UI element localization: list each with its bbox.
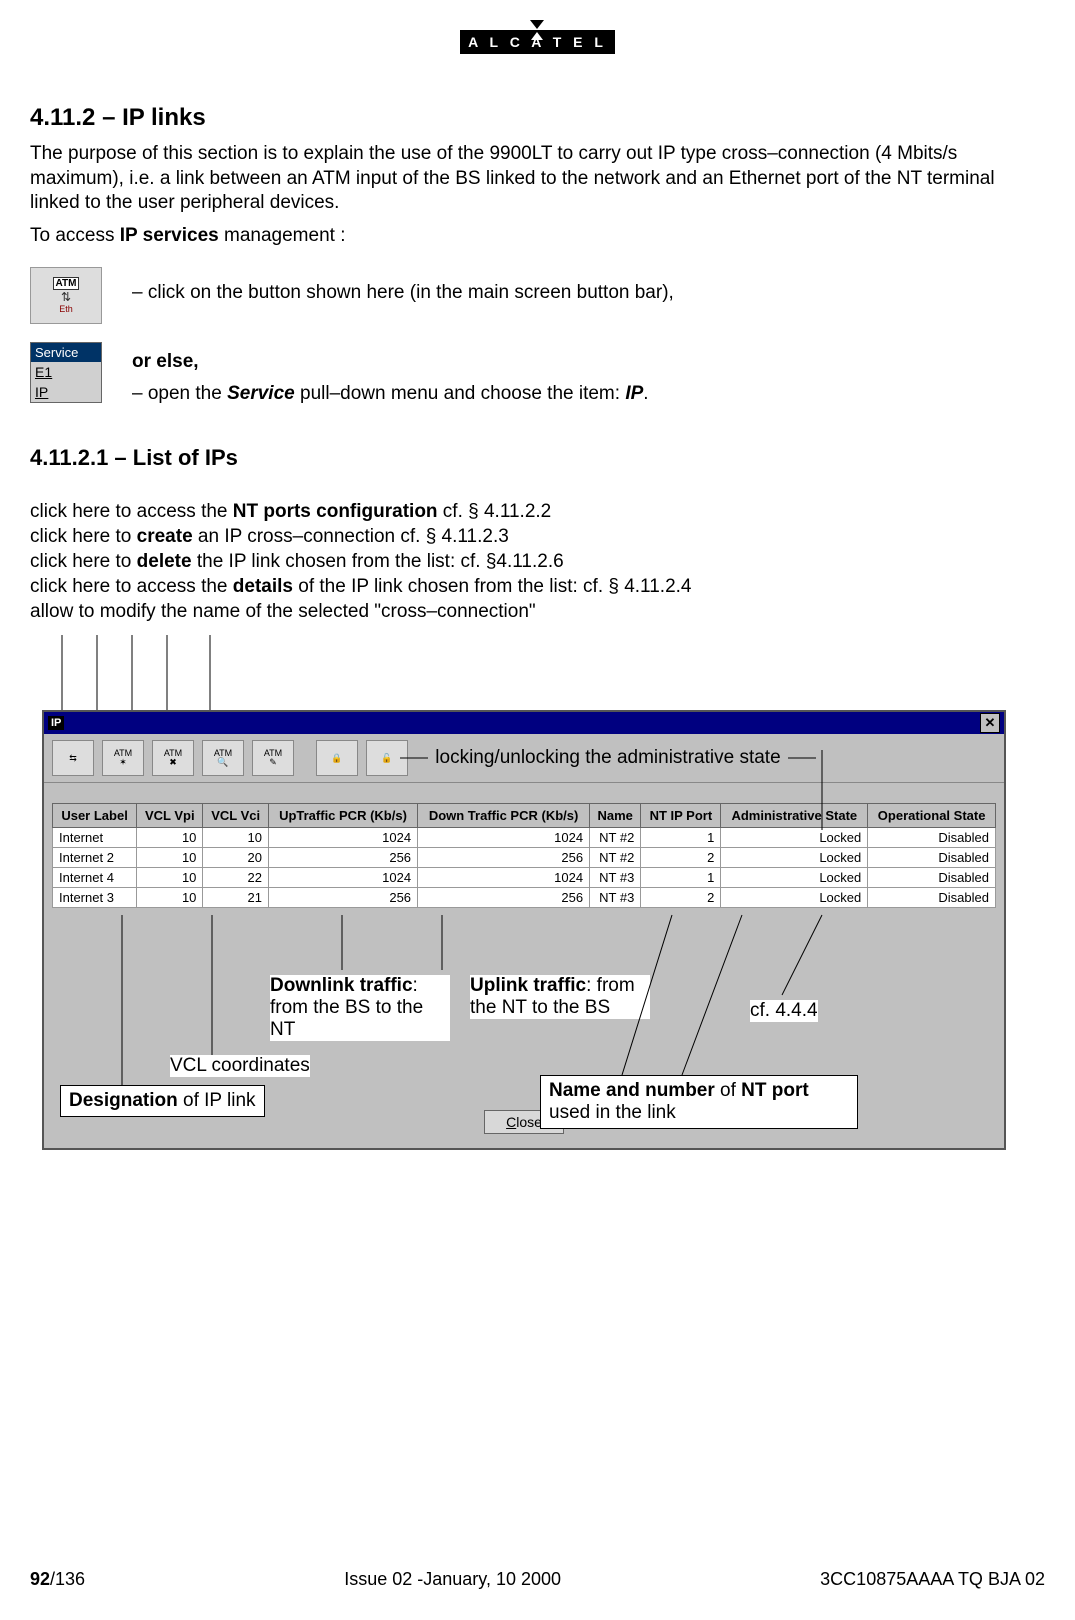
col-userlabel: User Label (53, 804, 137, 828)
details-ip-button[interactable]: ATM🔍 (202, 740, 244, 776)
footer-left: 92/136 (30, 1569, 85, 1590)
uplink-annotation: Uplink traffic: from the NT to the BS (470, 975, 650, 1019)
cf-annotation: cf. 4.4.4 (750, 1000, 818, 1022)
col-ntport: NT IP Port (641, 804, 721, 828)
designation-annotation: Designation of IP link (60, 1085, 265, 1117)
or-else-text: or else, (132, 350, 649, 375)
screenshot-area: IP ✕ ⇆ ATM✶ ATM✖ ATM🔍 ATM✎ 🔒 🔓 User Labe… (30, 635, 1045, 1255)
col-down: Down Traffic PCR (Kb/s) (418, 804, 590, 828)
create-ip-button[interactable]: ATM✶ (102, 740, 144, 776)
leader-lines (30, 635, 1010, 715)
window-title: IP (48, 716, 64, 730)
alcatel-logo: A L C A T E L (460, 30, 615, 54)
table-row[interactable]: Internet 4 10 22 1024 1024 NT #3 1 Locke… (53, 868, 996, 888)
logo-triangle-inner (531, 32, 543, 40)
table-row[interactable]: Internet 3 10 21 256 256 NT #3 2 Locked … (53, 888, 996, 908)
atm-eth-button-icon: ATM ⇅ Eth (30, 267, 102, 324)
section-heading: 4.11.2 – IP links (30, 104, 1045, 132)
nt-ports-button[interactable]: ⇆ (52, 740, 94, 776)
titlebar: IP ✕ (44, 712, 1004, 734)
logo-bar: A L C A T E L (30, 30, 1045, 54)
lockunlock-annotation: locking/unlocking the administrative sta… (400, 747, 816, 769)
intro-paragraph: The purpose of this section is to explai… (30, 142, 1045, 216)
service-menu-header: Service (31, 343, 101, 362)
page-footer: 92/136 Issue 02 -January, 10 2000 3CC108… (30, 1569, 1045, 1590)
service-menu-item-e1: E1 (31, 362, 101, 382)
table-row[interactable]: Internet 10 10 1024 1024 NT #2 1 Locked … (53, 828, 996, 848)
ip-table-body: Internet 10 10 1024 1024 NT #2 1 Locked … (53, 828, 996, 908)
access-line: To access IP services management : (30, 224, 1045, 249)
vcl-annotation: VCL coordinates (170, 1055, 310, 1077)
callout-5: allow to modify the name of the selected… (30, 601, 1045, 623)
col-name: Name (590, 804, 641, 828)
nameport-annotation: Name and number of NT port used in the l… (540, 1075, 858, 1129)
col-admin: Administrative State (721, 804, 868, 828)
menu-hint-row: Service E1 IP or else, – open the Servic… (30, 342, 1045, 415)
lock-button[interactable]: 🔒 (316, 740, 358, 776)
logo-triangle-top (530, 20, 544, 29)
callout-3: click here to delete the IP link chosen … (30, 551, 1045, 573)
button-hint-row: ATM ⇅ Eth – click on the button shown he… (30, 267, 1045, 324)
ip-table: User Label VCL Vpi VCL Vci UpTraffic PCR… (52, 803, 996, 908)
ip-table-wrap: User Label VCL Vpi VCL Vci UpTraffic PCR… (52, 803, 996, 908)
service-menu-icon: Service E1 IP (30, 342, 102, 403)
page: A L C A T E L All rights reserved. Passi… (0, 0, 1075, 1620)
col-vpi: VCL Vpi (137, 804, 203, 828)
footer-right: 3CC10875AAAA TQ BJA 02 (820, 1569, 1045, 1590)
service-menu-item-ip: IP (31, 382, 101, 402)
delete-ip-button[interactable]: ATM✖ (152, 740, 194, 776)
downlink-annotation: Downlink traffic: from the BS to the NT (270, 975, 450, 1041)
callout-1: click here to access the NT ports config… (30, 501, 1045, 523)
col-up: UpTraffic PCR (Kb/s) (268, 804, 417, 828)
table-row[interactable]: Internet 2 10 20 256 256 NT #2 2 Locked … (53, 848, 996, 868)
rename-ip-button[interactable]: ATM✎ (252, 740, 294, 776)
copyright-vertical: All rights reserved. Passing on and copy… (1055, 180, 1075, 460)
open-menu-text: – open the Service pull–down menu and ch… (132, 382, 649, 407)
ip-window: IP ✕ ⇆ ATM✶ ATM✖ ATM🔍 ATM✎ 🔒 🔓 User Labe… (42, 710, 1006, 1150)
click-button-text: – click on the button shown here (in the… (132, 281, 674, 306)
col-vci: VCL Vci (203, 804, 269, 828)
footer-center: Issue 02 -January, 10 2000 (344, 1569, 561, 1590)
callout-2: click here to create an IP cross–connect… (30, 526, 1045, 548)
callout-4: click here to access the details of the … (30, 576, 1045, 598)
close-icon[interactable]: ✕ (980, 713, 1000, 733)
callout-lines: click here to access the NT ports config… (30, 501, 1045, 623)
col-oper: Operational State (868, 804, 996, 828)
subsection-heading: 4.11.2.1 – List of IPs (30, 445, 1045, 471)
